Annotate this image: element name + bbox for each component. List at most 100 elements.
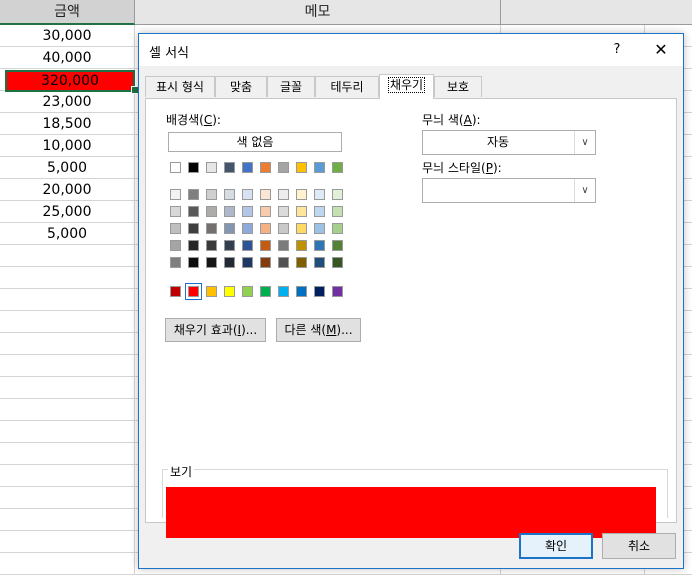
more-colors-button[interactable]: 다른 색(M)... bbox=[276, 318, 361, 342]
tint-color-swatch[interactable] bbox=[278, 189, 289, 200]
tint-color-swatch[interactable] bbox=[278, 223, 289, 234]
amount-cell[interactable]: 25,000 bbox=[0, 201, 134, 223]
pattern-style-dropdown[interactable]: ∨ bbox=[422, 178, 596, 203]
tint-color-swatch[interactable] bbox=[260, 223, 271, 234]
standard-color-swatch[interactable] bbox=[224, 286, 235, 297]
tint-color-swatch[interactable] bbox=[170, 223, 181, 234]
tab-fill[interactable]: 채우기 bbox=[379, 74, 434, 99]
tint-color-swatch[interactable] bbox=[296, 223, 307, 234]
tab-border[interactable]: 테두리 bbox=[315, 76, 379, 97]
standard-color-swatch[interactable] bbox=[242, 286, 253, 297]
tint-color-swatch[interactable] bbox=[314, 240, 325, 251]
standard-color-swatch[interactable] bbox=[170, 286, 181, 297]
theme-color-swatch[interactable] bbox=[170, 162, 181, 173]
standard-color-swatch[interactable] bbox=[296, 286, 307, 297]
help-button[interactable]: ? bbox=[605, 38, 629, 62]
tint-color-swatch[interactable] bbox=[224, 206, 235, 217]
tab-number[interactable]: 표시 형식 bbox=[145, 76, 215, 97]
tint-color-swatch[interactable] bbox=[170, 206, 181, 217]
column-header-amount[interactable]: 금액 bbox=[0, 0, 135, 25]
tint-color-swatch[interactable] bbox=[242, 189, 253, 200]
cancel-button[interactable]: 취소 bbox=[602, 533, 676, 559]
tint-color-swatch[interactable] bbox=[278, 240, 289, 251]
standard-color-swatch[interactable] bbox=[314, 286, 325, 297]
tint-color-swatch[interactable] bbox=[314, 223, 325, 234]
tint-color-swatch[interactable] bbox=[170, 240, 181, 251]
tint-color-swatch[interactable] bbox=[242, 257, 253, 268]
preview-swatch bbox=[166, 487, 656, 538]
amount-cell[interactable]: 40,000 bbox=[0, 47, 134, 69]
close-button[interactable]: ✕ bbox=[647, 38, 675, 62]
tab-font[interactable]: 글꼴 bbox=[267, 76, 315, 97]
tint-color-swatch[interactable] bbox=[296, 206, 307, 217]
tab-alignment[interactable]: 맞춤 bbox=[215, 76, 267, 97]
tint-color-swatch[interactable] bbox=[242, 240, 253, 251]
tint-color-swatch[interactable] bbox=[260, 206, 271, 217]
tint-color-swatch[interactable] bbox=[314, 257, 325, 268]
tint-color-swatch[interactable] bbox=[296, 240, 307, 251]
tint-color-swatch[interactable] bbox=[260, 189, 271, 200]
standard-color-swatch[interactable] bbox=[278, 286, 289, 297]
amount-cell[interactable]: 30,000 bbox=[0, 25, 134, 47]
tint-color-swatch[interactable] bbox=[278, 257, 289, 268]
tint-color-swatch[interactable] bbox=[278, 206, 289, 217]
tint-color-swatch[interactable] bbox=[332, 240, 343, 251]
tab-protection[interactable]: 보호 bbox=[434, 76, 482, 97]
tint-color-swatch[interactable] bbox=[224, 223, 235, 234]
tint-color-swatch[interactable] bbox=[260, 240, 271, 251]
column-header-memo[interactable]: 메모 bbox=[135, 0, 501, 25]
tint-color-swatch[interactable] bbox=[170, 189, 181, 200]
no-color-button[interactable]: 색 없음 bbox=[168, 132, 342, 152]
tint-color-swatch[interactable] bbox=[188, 223, 199, 234]
standard-color-swatch[interactable] bbox=[206, 286, 217, 297]
tint-color-swatch[interactable] bbox=[206, 223, 217, 234]
pattern-color-dropdown[interactable]: 자동 ∨ bbox=[422, 130, 596, 155]
column-header-empty[interactable] bbox=[501, 0, 692, 25]
theme-color-swatch[interactable] bbox=[314, 162, 325, 173]
standard-color-swatch[interactable] bbox=[260, 286, 271, 297]
theme-color-swatch[interactable] bbox=[260, 162, 271, 173]
tint-color-swatch[interactable] bbox=[206, 240, 217, 251]
amount-cell[interactable]: 10,000 bbox=[0, 135, 134, 157]
tint-color-swatch[interactable] bbox=[224, 257, 235, 268]
theme-color-swatch[interactable] bbox=[188, 162, 199, 173]
amount-cell[interactable]: 5,000 bbox=[0, 223, 134, 245]
tint-color-swatch[interactable] bbox=[332, 257, 343, 268]
tint-color-swatch[interactable] bbox=[224, 240, 235, 251]
tint-color-swatch[interactable] bbox=[188, 206, 199, 217]
ok-button[interactable]: 확인 bbox=[519, 533, 593, 559]
tint-color-swatch[interactable] bbox=[170, 257, 181, 268]
tint-color-swatch[interactable] bbox=[206, 189, 217, 200]
standard-color-swatch[interactable] bbox=[332, 286, 343, 297]
tint-color-swatch[interactable] bbox=[296, 189, 307, 200]
tint-color-swatch[interactable] bbox=[332, 223, 343, 234]
theme-color-swatch[interactable] bbox=[224, 162, 235, 173]
theme-color-swatch[interactable] bbox=[206, 162, 217, 173]
tint-color-swatch[interactable] bbox=[332, 189, 343, 200]
amount-cell[interactable]: 5,000 bbox=[0, 157, 134, 179]
tint-color-swatch[interactable] bbox=[188, 257, 199, 268]
tint-color-swatch[interactable] bbox=[224, 189, 235, 200]
tint-color-swatch[interactable] bbox=[206, 206, 217, 217]
tint-color-swatch[interactable] bbox=[260, 257, 271, 268]
tint-color-swatch[interactable] bbox=[242, 223, 253, 234]
tint-color-swatch[interactable] bbox=[188, 189, 199, 200]
active-cell[interactable]: 320,000 bbox=[5, 70, 135, 92]
amount-cell[interactable]: 18,500 bbox=[0, 113, 134, 135]
theme-color-swatch[interactable] bbox=[296, 162, 307, 173]
tint-color-swatch[interactable] bbox=[332, 206, 343, 217]
amount-cell[interactable]: 20,000 bbox=[0, 179, 134, 201]
tint-color-swatch[interactable] bbox=[188, 240, 199, 251]
tint-color-swatch[interactable] bbox=[206, 257, 217, 268]
dialog-title: 셀 서식 bbox=[149, 46, 190, 61]
theme-color-swatch[interactable] bbox=[242, 162, 253, 173]
amount-cell[interactable]: 23,000 bbox=[0, 91, 134, 113]
tint-color-swatch[interactable] bbox=[296, 257, 307, 268]
standard-color-swatch[interactable] bbox=[185, 283, 202, 300]
tint-color-swatch[interactable] bbox=[242, 206, 253, 217]
tint-color-swatch[interactable] bbox=[314, 206, 325, 217]
fill-effects-button[interactable]: 채우기 효과(I)... bbox=[165, 318, 266, 342]
tint-color-swatch[interactable] bbox=[314, 189, 325, 200]
theme-color-swatch[interactable] bbox=[332, 162, 343, 173]
theme-color-swatch[interactable] bbox=[278, 162, 289, 173]
